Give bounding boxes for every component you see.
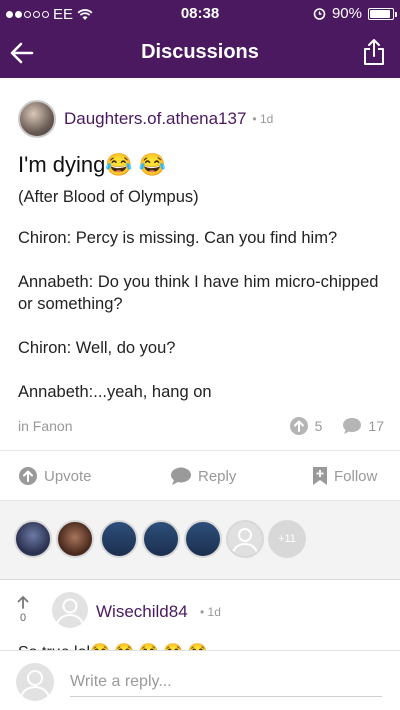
reply-input[interactable] (70, 667, 382, 697)
post-author-name[interactable]: Daughters.of.athena137 (64, 109, 246, 129)
default-user-icon (232, 528, 258, 555)
avatar[interactable] (14, 520, 52, 558)
post-body-line: Chiron: Percy is missing. Can you find h… (18, 229, 338, 247)
upvote-button[interactable]: Upvote (18, 454, 92, 498)
upvote-count-icon (289, 417, 308, 435)
avatar[interactable] (142, 520, 180, 558)
follow-button[interactable]: Follow (312, 454, 377, 498)
page-title: Discussions (141, 41, 259, 63)
up-arrow-icon[interactable] (16, 595, 30, 609)
upvote-label: Upvote (44, 467, 92, 485)
post-time-value: 1d (259, 112, 274, 126)
comment-time: • 1d (200, 605, 221, 619)
post-title: I'm dying😂 😂 (18, 152, 167, 177)
post-author-row[interactable]: Daughters.of.athena137 • 1d (18, 100, 273, 138)
nav-bar: Discussions (0, 28, 400, 78)
comment-text: So true lol😂 😂 😂 😂 😂 (18, 642, 207, 650)
comment-count-icon (343, 418, 362, 434)
post-body-line: Annabeth:...yeah, hang on (18, 383, 212, 401)
default-user-icon (56, 598, 84, 627)
comment-time-value: 1d (207, 605, 221, 619)
alarm-clock-icon (313, 8, 326, 20)
avatar[interactable] (226, 520, 264, 558)
upvote-count: 5 (314, 418, 323, 434)
comment-vote[interactable]: 0 (14, 595, 32, 624)
battery-icon (368, 7, 397, 20)
post-category[interactable]: in Fanon (18, 418, 72, 434)
reply-bar (0, 650, 400, 710)
avatar[interactable] (184, 520, 222, 558)
bookmark-plus-icon (313, 467, 327, 485)
status-bar: EE 08:38 90% (0, 0, 400, 28)
avatar[interactable] (52, 592, 88, 628)
reply-button[interactable]: Reply (170, 454, 236, 498)
follow-label: Follow (334, 467, 378, 485)
post-body-line: (After Blood of Olympus) (18, 188, 199, 206)
more-voters-badge[interactable]: +11 (268, 520, 306, 558)
battery-percent: 90% (331, 5, 362, 22)
post-actions: Upvote Reply Follow (0, 454, 400, 498)
status-right: 90% (313, 5, 397, 22)
upvoters-row: +11 (0, 501, 400, 579)
avatar[interactable] (18, 100, 56, 138)
post-body: (After Blood of Olympus) Chiron: Percy i… (18, 186, 388, 425)
post-time: • 1d (252, 112, 274, 126)
comment: 0 Wisechild84 • 1d So true lol😂 😂 😂 😂 😂 (0, 580, 400, 650)
post-body-line: Annabeth: Do you think I have him micro-… (18, 273, 379, 313)
default-user-icon (20, 670, 50, 700)
divider (0, 450, 400, 451)
avatar (16, 663, 54, 701)
avatar[interactable] (56, 520, 94, 558)
reply-label: Reply (198, 467, 237, 485)
comment-author-name[interactable]: Wisechild84 (96, 602, 188, 622)
reply-icon (171, 467, 191, 485)
comment-count: 17 (368, 418, 384, 434)
share-icon[interactable] (362, 38, 386, 66)
post-stats: 5 17 (289, 416, 384, 436)
avatar[interactable] (100, 520, 138, 558)
upvote-icon (19, 467, 37, 485)
comment-vote-count: 0 (19, 612, 27, 624)
post-body-line: Chiron: Well, do you? (18, 339, 176, 357)
post-meta: in Fanon 5 17 (18, 416, 384, 436)
